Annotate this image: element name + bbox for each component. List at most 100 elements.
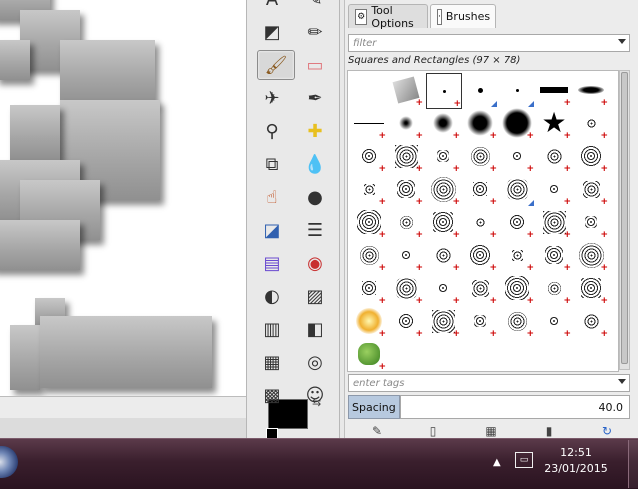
chevron-down-icon[interactable]: [618, 39, 626, 44]
brush-preview[interactable]: +: [500, 205, 534, 240]
blur-sharpen-tool-button[interactable]: 💧: [300, 149, 330, 179]
blend-color-tool-button[interactable]: ◪: [257, 215, 287, 245]
brush-preview[interactable]: +: [500, 139, 534, 174]
brush-preview[interactable]: +: [426, 73, 462, 109]
user-tool-button[interactable]: ☺: [300, 380, 330, 410]
brush-preview[interactable]: [463, 73, 497, 107]
dither-tool-button[interactable]: ◎: [300, 347, 330, 377]
brush-preview[interactable]: +: [426, 304, 460, 339]
brush-preview[interactable]: +: [537, 139, 571, 174]
brush-preview[interactable]: +: [463, 106, 497, 141]
delete-brush-icon[interactable]: ▮: [542, 424, 556, 438]
brush-preview[interactable]: +: [426, 172, 460, 207]
brush-preview[interactable]: +: [352, 238, 386, 273]
brush-preview[interactable]: +: [574, 205, 608, 240]
brush-preview[interactable]: +: [389, 205, 423, 240]
brush-preview[interactable]: +: [574, 304, 608, 339]
duplicate-brush-icon[interactable]: ▦: [484, 424, 498, 438]
brush-preview[interactable]: +: [537, 172, 571, 207]
brush-preview[interactable]: +: [574, 106, 608, 141]
perspective-clone-tool-button[interactable]: ⧉: [257, 149, 287, 179]
text-tool-tool-button[interactable]: A: [257, 0, 287, 14]
gradient-map-tool-button[interactable]: ▦: [257, 347, 287, 377]
edit-brush-icon[interactable]: ✎: [370, 424, 384, 438]
ink-tool-tool-button[interactable]: ✒: [300, 83, 330, 113]
curves-tool-button[interactable]: ▥: [257, 314, 287, 344]
scrollbar-thumb[interactable]: [621, 72, 628, 364]
checker-tool-button[interactable]: ▩: [257, 380, 287, 410]
tab-brushes[interactable]: · Brushes: [430, 4, 496, 28]
brush-preview[interactable]: +: [537, 271, 571, 306]
brush-preview[interactable]: +: [463, 139, 497, 174]
brush-preview[interactable]: +: [352, 304, 386, 339]
brush-preview[interactable]: +: [389, 172, 423, 207]
brush-preview[interactable]: +: [352, 106, 386, 141]
dodge-burn-tool-button[interactable]: ●: [300, 182, 330, 212]
brush-preview[interactable]: +: [426, 139, 460, 174]
brush-preview[interactable]: +: [426, 205, 460, 240]
brush-preview[interactable]: +: [426, 238, 460, 273]
blend-tool-tool-button[interactable]: ◩: [257, 17, 287, 47]
brush-preview[interactable]: +: [426, 271, 460, 306]
brush-preview[interactable]: +: [574, 73, 608, 108]
airbrush-tool-button[interactable]: ✈: [257, 83, 287, 113]
brush-preview[interactable]: +: [463, 304, 497, 339]
brush-preview[interactable]: +: [389, 73, 423, 108]
smudge-tool-button[interactable]: ☝: [257, 182, 287, 212]
hue-saturation-tool-button[interactable]: ▤: [257, 248, 287, 278]
brush-preview[interactable]: +: [389, 139, 423, 174]
color-balance-tool-button[interactable]: ☰: [300, 215, 330, 245]
brush-preview[interactable]: +: [500, 304, 534, 339]
clock-time[interactable]: 12:51: [540, 446, 612, 459]
posterize-tool-button[interactable]: ◧: [300, 314, 330, 344]
brush-preview[interactable]: +: [463, 172, 497, 207]
brush-preview[interactable]: +: [426, 106, 460, 141]
brush-preview[interactable]: ★ +: [537, 106, 571, 141]
network-icon[interactable]: ▭: [515, 452, 533, 468]
brush-preview[interactable]: +: [574, 139, 608, 174]
brush-preview[interactable]: +: [389, 304, 423, 339]
tab-tool-options[interactable]: ⚙ Tool Options: [348, 4, 428, 30]
threshold-tool-button[interactable]: ◐: [257, 281, 287, 311]
levels-tool-button[interactable]: ▨: [300, 281, 330, 311]
healing-tool-button[interactable]: ✚: [300, 116, 330, 146]
brush-preview[interactable]: +: [500, 271, 534, 306]
spacing-slider[interactable]: 40.0: [400, 395, 630, 419]
brush-preview[interactable]: +: [574, 238, 608, 273]
colorize-tool-button[interactable]: ◉: [300, 248, 330, 278]
brush-preview[interactable]: +: [500, 238, 534, 273]
brush-preview[interactable]: +: [389, 271, 423, 306]
tags-input[interactable]: enter tags: [348, 374, 630, 392]
clone-stamp-tool-button[interactable]: ⚲: [257, 116, 287, 146]
show-desktop-button[interactable]: [628, 440, 638, 488]
brush-grid[interactable]: + + + + + + + + + ★ + + + + + + + + + + + + + + + + + + + + + + + + + + + + + +…: [347, 70, 619, 372]
pencil-tool-button[interactable]: ✏: [300, 17, 330, 47]
brush-preview[interactable]: +: [500, 106, 534, 141]
brush-preview[interactable]: +: [537, 304, 571, 339]
brush-preview[interactable]: +: [352, 337, 386, 372]
brush-preview[interactable]: +: [389, 106, 423, 141]
brush-preview[interactable]: +: [537, 205, 571, 240]
paintbrush-tool-button[interactable]: 🖌: [257, 50, 295, 80]
tray-expand-icon[interactable]: ▲: [493, 457, 501, 468]
brush-preview[interactable]: +: [389, 238, 423, 273]
brush-preview[interactable]: +: [574, 172, 608, 207]
brush-preview[interactable]: +: [352, 205, 386, 240]
filter-input[interactable]: filter: [348, 34, 630, 52]
brush-preview[interactable]: +: [352, 172, 386, 207]
smudge-pencil-tool-button[interactable]: ✎: [300, 0, 330, 14]
brush-preview[interactable]: [500, 73, 534, 107]
image-canvas[interactable]: [0, 0, 246, 418]
brush-preview[interactable]: +: [463, 271, 497, 306]
eraser-tool-button[interactable]: ▭: [300, 50, 330, 80]
refresh-brushes-icon[interactable]: ↻: [600, 424, 614, 438]
brush-preview[interactable]: +: [537, 238, 571, 273]
brush-preview[interactable]: +: [463, 205, 497, 240]
brush-preview[interactable]: +: [352, 139, 386, 174]
new-brush-icon[interactable]: ▯: [426, 424, 440, 438]
clock-date[interactable]: 23/01/2015: [540, 462, 612, 475]
chevron-down-icon[interactable]: [618, 379, 626, 384]
brush-preview[interactable]: +: [463, 238, 497, 273]
brush-preview[interactable]: +: [574, 271, 608, 306]
brush-preview[interactable]: +: [352, 271, 386, 306]
